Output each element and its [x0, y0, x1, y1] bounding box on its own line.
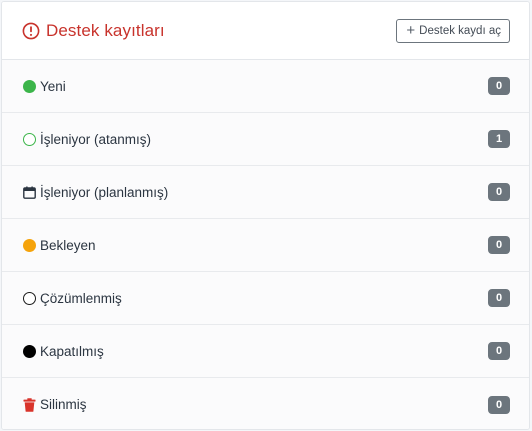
- count-badge: 0: [488, 395, 510, 414]
- open-ticket-button-label: Destek kaydı aç: [419, 24, 501, 37]
- card-title: Destek kayıtları: [46, 20, 165, 40]
- circle-outline-icon: [22, 132, 36, 146]
- status-label: Bekleyen: [40, 237, 96, 253]
- status-label: İşleniyor (atanmış): [40, 131, 152, 147]
- status-label: İşleniyor (planlanmış): [40, 184, 169, 200]
- open-ticket-button[interactable]: + Destek kaydı aç: [396, 18, 510, 43]
- count-badge: 0: [488, 183, 510, 201]
- status-row-new[interactable]: Yeni 0: [2, 60, 529, 113]
- circle-outline-icon: [22, 291, 36, 305]
- circle-filled-icon: [22, 344, 36, 358]
- count-badge: 0: [488, 236, 510, 254]
- plus-icon: +: [406, 22, 416, 39]
- ticket-status-list: Yeni 0 İşleniyor (atanmış) 1 İşleniyor (…: [2, 60, 529, 429]
- count-badge: 0: [488, 77, 510, 95]
- tickets-card: Destek kayıtları + Destek kaydı aç Yeni …: [1, 1, 530, 430]
- circle-filled-icon: [22, 79, 36, 93]
- status-label: Kapatılmış: [40, 343, 104, 359]
- status-row-closed[interactable]: Kapatılmış 0: [2, 325, 529, 378]
- status-label: Yeni: [40, 78, 66, 94]
- count-badge: 0: [488, 289, 510, 307]
- status-row-pending[interactable]: Bekleyen 0: [2, 219, 529, 272]
- status-row-deleted[interactable]: Silinmiş 0: [2, 378, 529, 429]
- trash-icon: [22, 397, 36, 412]
- circle-filled-icon: [22, 238, 36, 252]
- exclamation-circle-icon: [22, 22, 40, 40]
- calendar-icon: [22, 185, 36, 199]
- card-header: Destek kayıtları + Destek kaydı aç: [2, 2, 529, 60]
- card-title-group: Destek kayıtları: [22, 21, 165, 41]
- status-label: Silinmiş: [40, 397, 87, 412]
- status-label: Çözümlenmiş: [40, 290, 122, 306]
- status-row-in-progress-assigned[interactable]: İşleniyor (atanmış) 1: [2, 113, 529, 166]
- count-badge: 1: [488, 130, 510, 148]
- count-badge: 0: [488, 342, 510, 360]
- status-row-in-progress-planned[interactable]: İşleniyor (planlanmış) 0: [2, 166, 529, 219]
- status-row-resolved[interactable]: Çözümlenmiş 0: [2, 272, 529, 325]
